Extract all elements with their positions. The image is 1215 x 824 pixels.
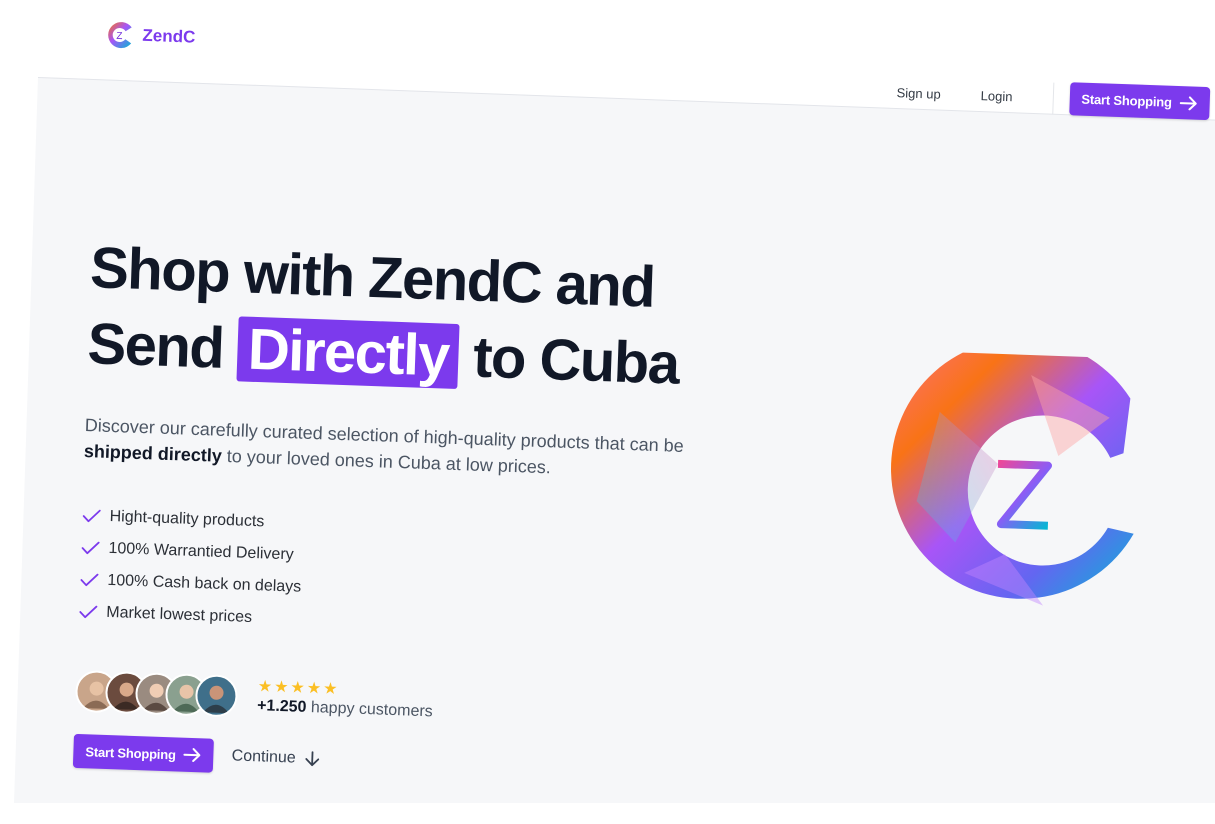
hero-subtitle-part2: to your loved ones in Cuba at low prices…	[226, 446, 552, 478]
feature-label: Hight-quality products	[109, 507, 265, 531]
arrow-right-icon	[1179, 95, 1197, 110]
header-start-shopping-button[interactable]: Start Shopping	[1068, 82, 1211, 121]
feature-list: Hight-quality products 100% Warrantied D…	[78, 500, 304, 636]
continue-label: Continue	[231, 747, 297, 767]
avatar	[194, 674, 239, 718]
check-icon	[82, 509, 101, 523]
hero-cta: Start Shopping Continue	[72, 733, 320, 777]
hero-start-shopping-label: Start Shopping	[85, 743, 176, 762]
hero-start-shopping-button[interactable]: Start Shopping	[72, 733, 215, 773]
top-nav: Sign up Login Start Shopping	[896, 76, 1211, 121]
customer-count-number: +1.250	[256, 697, 307, 716]
zendc-logo-icon: Z	[108, 22, 132, 49]
feature-label: Market lowest prices	[105, 603, 253, 626]
star-icon: ★	[273, 678, 289, 697]
check-icon	[80, 573, 99, 587]
svg-text:Z: Z	[116, 31, 122, 42]
hero-title: Shop with ZendC and Send Directly to Cub…	[86, 230, 682, 403]
header-start-shopping-label: Start Shopping	[1081, 91, 1173, 110]
customer-count: +1.250 happy customers	[257, 697, 433, 721]
customer-count-label: happy customers	[310, 699, 433, 721]
star-icon: ★	[322, 680, 338, 699]
feature-label: 100% Cash back on delays	[107, 571, 302, 596]
feature-label: 100% Warrantied Delivery	[108, 539, 294, 564]
check-icon	[79, 605, 98, 619]
arrow-down-icon	[305, 751, 320, 767]
hero-title-send: Send	[86, 311, 225, 381]
page: Z ZendC Sign up Login Start Shopping Sho…	[0, 0, 1215, 824]
zendc-hero-logo-icon	[891, 349, 1134, 606]
hero-subtitle: Discover our carefully curated selection…	[83, 412, 744, 487]
star-icon: ★	[257, 678, 273, 696]
hero-title-line1: Shop with ZendC and	[89, 235, 656, 320]
brand-logo[interactable]: Z ZendC	[104, 18, 196, 53]
hero-subtitle-bold: shipped directly	[83, 441, 223, 466]
hero-title-cuba: to Cuba	[472, 324, 680, 397]
signup-link[interactable]: Sign up	[896, 85, 941, 102]
nav-divider	[1051, 82, 1055, 115]
star-icon: ★	[306, 679, 322, 698]
continue-link[interactable]: Continue	[231, 747, 320, 768]
feature-item: Market lowest prices	[78, 596, 301, 636]
customer-avatars	[74, 669, 239, 718]
rating-block: ★ ★ ★ ★ ★ +1.250 happy customers	[257, 678, 434, 721]
login-link[interactable]: Login	[980, 88, 1012, 104]
arrow-right-icon	[183, 748, 201, 763]
social-proof: ★ ★ ★ ★ ★ +1.250 happy customers	[74, 669, 434, 724]
brand-name: ZendC	[142, 25, 196, 47]
hero-title-highlight: Directly	[236, 316, 460, 390]
check-icon	[81, 541, 100, 555]
star-icon: ★	[290, 679, 306, 697]
